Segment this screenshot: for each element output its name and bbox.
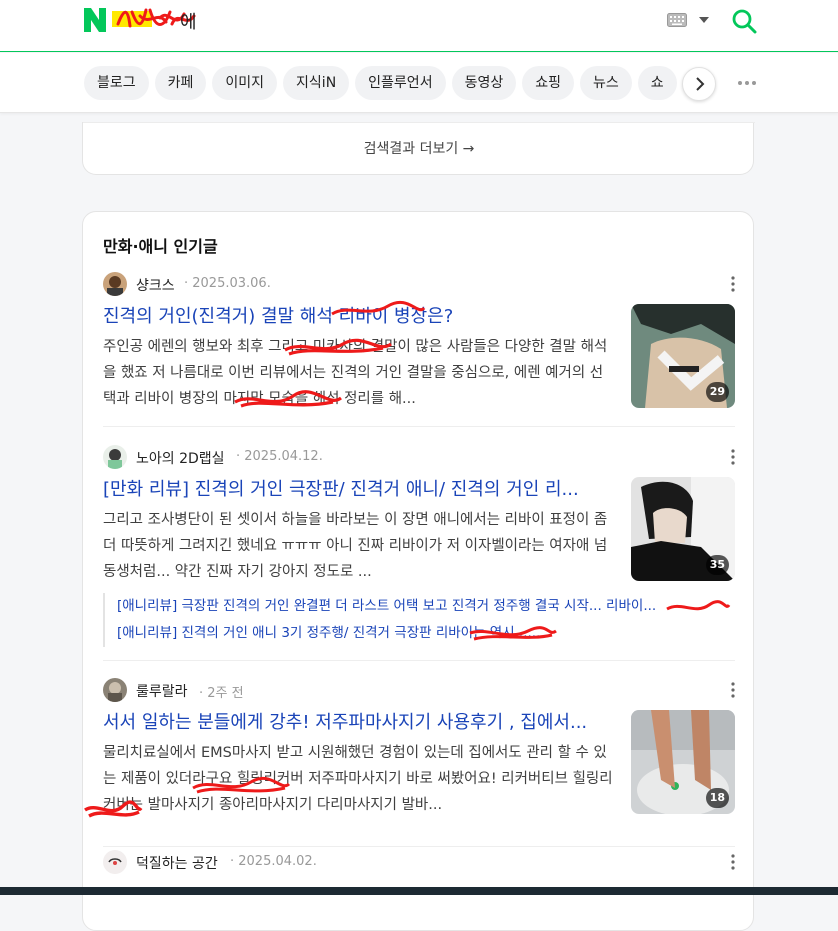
more-results-button[interactable]: 검색결과 더보기 → bbox=[83, 138, 755, 158]
avatar[interactable] bbox=[103, 678, 127, 702]
avatar[interactable] bbox=[103, 850, 127, 874]
search-icon[interactable] bbox=[731, 8, 757, 34]
related-post-link[interactable]: [애니리뷰] 진격의 거인 애니 3기 정주행/ 진격거 극장판 리바이는 역시… bbox=[117, 620, 733, 647]
post-thumbnail[interactable]: 18 bbox=[631, 710, 735, 814]
tab-image[interactable]: 이미지 bbox=[212, 66, 278, 100]
divider bbox=[103, 660, 735, 661]
post-date: · 2025.04.12. bbox=[236, 449, 323, 464]
post-date: · 2025.03.06. bbox=[184, 276, 271, 291]
related-posts: [애니리뷰] 극장판 진격의 거인 완결편 더 라스트 어택 보고 진격거 정주… bbox=[103, 593, 733, 647]
avatar[interactable] bbox=[103, 445, 127, 469]
more-vertical-icon[interactable] bbox=[728, 276, 738, 292]
more-horizontal-icon[interactable] bbox=[737, 73, 757, 93]
chevron-down-icon[interactable] bbox=[699, 16, 709, 24]
post-snippet[interactable]: 그리고 조사병단이 된 셋이서 하늘을 바라보는 이 장면 애니에서는 리바이 … bbox=[103, 507, 613, 585]
divider bbox=[103, 426, 735, 427]
tab-video[interactable]: 동영상 bbox=[451, 66, 517, 100]
divider bbox=[83, 122, 755, 123]
more-vertical-icon[interactable] bbox=[728, 854, 738, 870]
post-thumbnail[interactable]: 29 bbox=[631, 304, 735, 408]
divider bbox=[103, 846, 735, 847]
post-title-link[interactable]: [만화 리뷰] 진격의 거인 극장판/ 진격거 애니/ 진격의 거인 리... bbox=[103, 475, 613, 501]
post-author[interactable]: 샹크스 bbox=[136, 275, 175, 295]
popular-posts-section: 만화·애니 인기글 샹크스 · 2025.03.06. 진격의 거인(진격거) … bbox=[82, 211, 754, 931]
more-vertical-icon[interactable] bbox=[728, 449, 738, 465]
section-title: 만화·애니 인기글 bbox=[103, 237, 218, 256]
post-snippet[interactable]: 주인공 에렌의 행보와 최후 그리고 미카사의 결말이 많은 사람들은 다양한 … bbox=[103, 334, 613, 412]
post-item: 샹크스 · 2025.03.06. 진격의 거인(진격거) 결말 해석 리바이 … bbox=[83, 272, 755, 422]
search-category-tabs: 블로그 카페 이미지 지식iN 인플루언서 동영상 쇼핑 뉴스 쇼 bbox=[0, 53, 838, 113]
related-post-link[interactable]: [애니리뷰] 극장판 진격의 거인 완결편 더 라스트 어택 보고 진격거 정주… bbox=[117, 593, 733, 620]
post-item: 룰루랄라 · 2주 전 서서 일하는 분들에게 강추! 저주파마사지기 사용후기… bbox=[83, 678, 755, 828]
avatar[interactable] bbox=[103, 272, 127, 296]
naver-logo-icon[interactable] bbox=[84, 8, 106, 32]
chevron-right-icon bbox=[696, 77, 705, 91]
tab-influencer[interactable]: 인플루언서 bbox=[355, 66, 446, 100]
more-vertical-icon[interactable] bbox=[728, 682, 738, 698]
post-item: 노아의 2D랩실 · 2025.04.12. [만화 리뷰] 진격의 거인 극장… bbox=[83, 445, 755, 647]
post-title-link[interactable]: 진격의 거인(진격거) 결말 해석 리바이 병장은? bbox=[103, 302, 613, 328]
post-author[interactable]: 룰루랄라 bbox=[136, 681, 188, 701]
image-count-badge: 29 bbox=[705, 382, 729, 402]
tab-partial[interactable]: 쇼 bbox=[637, 66, 677, 100]
bottom-bar bbox=[0, 887, 838, 895]
post-thumbnail[interactable]: 35 bbox=[631, 477, 735, 581]
image-count-badge: 35 bbox=[705, 555, 729, 575]
post-author[interactable]: 덕질하는 공간 bbox=[136, 853, 218, 873]
post-title-link[interactable]: 서서 일하는 분들에게 강추! 저주파마사지기 사용후기 , 집에서... bbox=[103, 708, 613, 734]
tab-list: 블로그 카페 이미지 지식iN 인플루언서 동영상 쇼핑 뉴스 쇼 bbox=[84, 66, 688, 100]
image-count-badge: 18 bbox=[705, 788, 729, 808]
post-item: 덕질하는 공간 · 2025.04.02. bbox=[83, 850, 755, 890]
post-snippet[interactable]: 물리치료실에서 EMS마사지 받고 시원해했던 경험이 있는데 집에서도 관리 … bbox=[103, 740, 613, 818]
logo-trailing-text: 에 bbox=[180, 12, 197, 33]
post-date: · 2025.04.02. bbox=[230, 854, 317, 869]
tab-shopping[interactable]: 쇼핑 bbox=[522, 66, 574, 100]
tab-cafe[interactable]: 카페 bbox=[154, 66, 207, 100]
keyboard-icon[interactable] bbox=[667, 13, 687, 27]
tab-scroll-next-button[interactable] bbox=[682, 67, 716, 101]
tab-kin[interactable]: 지식iN bbox=[283, 66, 350, 100]
tab-blog[interactable]: 블로그 bbox=[84, 66, 149, 100]
more-results-card: 검색결과 더보기 → bbox=[82, 122, 755, 175]
post-date: · 2주 전 bbox=[199, 686, 244, 701]
tab-news[interactable]: 뉴스 bbox=[579, 66, 632, 100]
post-author[interactable]: 노아의 2D랩실 bbox=[136, 448, 225, 468]
top-header: 에 bbox=[0, 0, 838, 52]
